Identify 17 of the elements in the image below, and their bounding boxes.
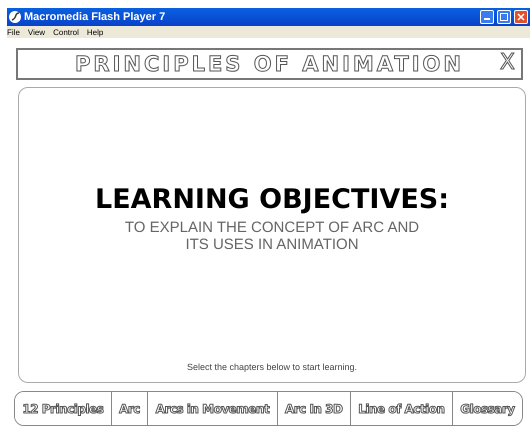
maximize-icon [500, 13, 508, 21]
menu-item[interactable]: File [7, 28, 20, 36]
hint-text: Select the chapters below to start learning. [186, 362, 358, 372]
chapter-tab[interactable]: 12 Principles [15, 392, 112, 425]
app-title: PRINCIPLES OF ANIMATION [75, 52, 464, 76]
flash-icon [9, 11, 21, 23]
menu-item[interactable]: Help [86, 28, 104, 36]
close-button[interactable]: X [500, 50, 515, 76]
close-icon [517, 13, 525, 21]
minimize-button[interactable] [480, 10, 494, 24]
maximize-button[interactable] [497, 10, 511, 24]
menu-item[interactable]: View [28, 28, 46, 36]
close-button[interactable] [514, 10, 528, 24]
objective-text: TO EXPLAIN THE CONCEPT OF ARC AND ITS USES IN ANIMATION [124, 219, 420, 253]
menu-item[interactable]: Control [53, 28, 79, 36]
window-title: Macromedia Flash Player 7 [24, 11, 166, 23]
objectives-heading: LEARNING OBJECTIVES: [94, 184, 450, 215]
